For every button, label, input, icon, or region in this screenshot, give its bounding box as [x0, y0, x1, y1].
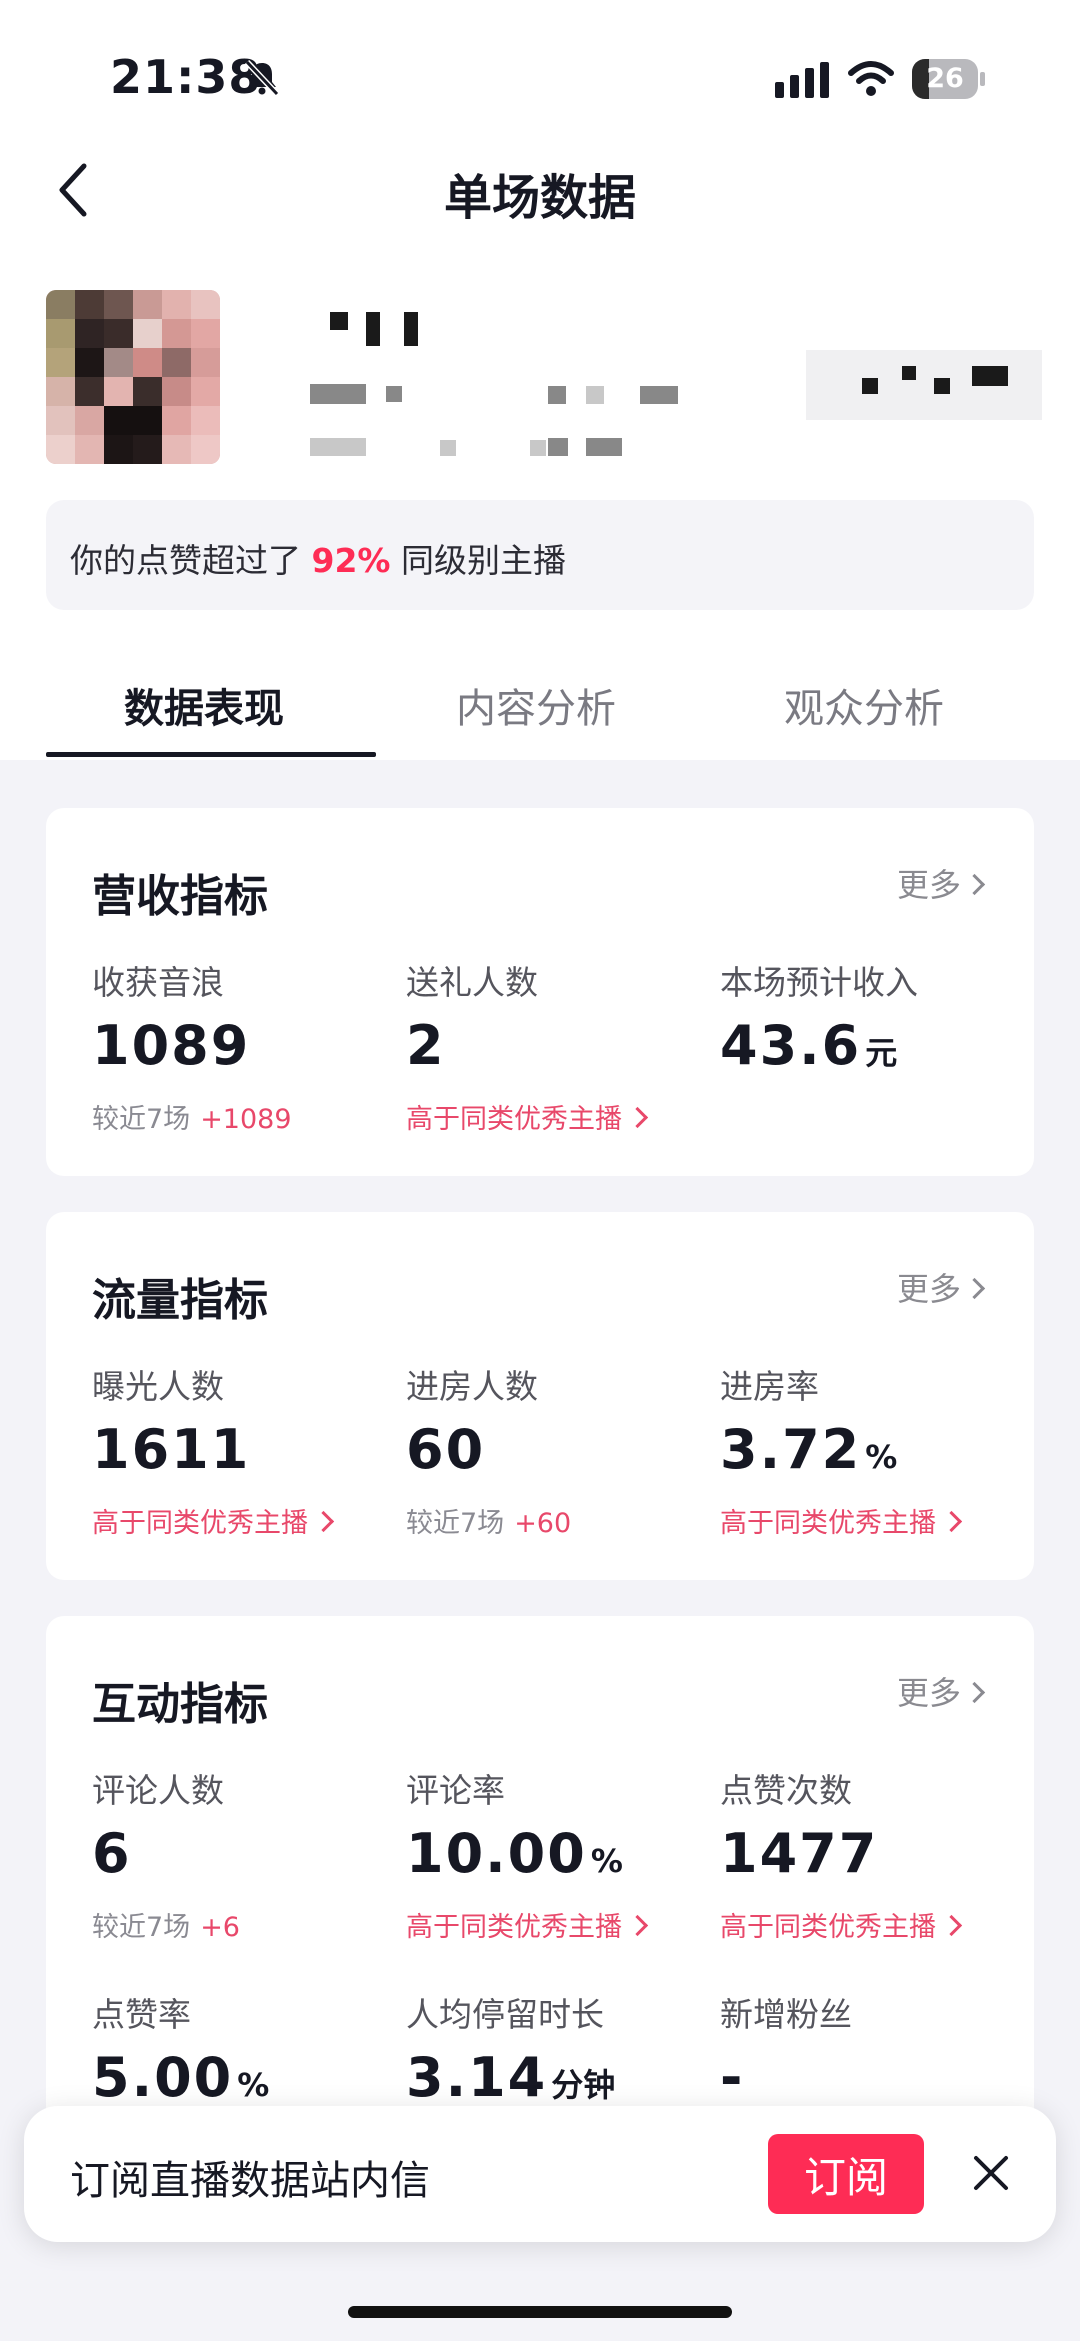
- wifi-icon: [848, 61, 894, 96]
- chevron-right-icon: [626, 1914, 649, 1937]
- benchmark-link[interactable]: 高于同类优秀主播: [720, 1501, 1020, 1540]
- metric-delta: +6: [200, 1912, 240, 1943]
- chevron-right-icon: [963, 1277, 986, 1300]
- follow-area-redacted: [806, 350, 1042, 420]
- subscribe-popup: 订阅直播数据站内信 订阅: [24, 2106, 1056, 2242]
- avatar: [46, 290, 220, 464]
- metric-unit: %: [590, 1842, 623, 1880]
- card-title: 流量指标: [92, 1275, 268, 1326]
- tab-audience-analysis[interactable]: 观众分析: [784, 676, 944, 734]
- metric-delta: +1089: [200, 1104, 292, 1135]
- metric-like-rate: 点赞率 5.00%: [92, 1988, 392, 2109]
- status-time: 21:38: [110, 50, 262, 104]
- metric-value: 6: [92, 1822, 132, 1885]
- banner-suffix: 同级别主播: [390, 541, 566, 580]
- metric-unit: 分钟: [551, 2066, 616, 2104]
- benchmark-link[interactable]: 高于同类优秀主播: [406, 1097, 706, 1136]
- metric-likes: 点赞次数 1477 高于同类优秀主播: [720, 1764, 1020, 1944]
- revenue-card: 营收指标 更多 收获音浪 1089 较近7场 +1089 送礼人数 2 高于同类优…: [46, 808, 1034, 1176]
- cellular-signal-icon: [775, 62, 829, 98]
- metric-impressions: 曝光人数 1611 高于同类优秀主播: [92, 1360, 392, 1540]
- metric-delta: +60: [514, 1508, 572, 1539]
- battery-percent: 26: [926, 63, 964, 94]
- chevron-right-icon: [626, 1106, 649, 1129]
- subscribe-button[interactable]: 订阅: [768, 2134, 924, 2214]
- bell-muted-icon: [244, 59, 280, 97]
- metric-comparison: 较近7场 +1089: [92, 1104, 292, 1135]
- metric-value: 3.72%: [720, 1418, 898, 1481]
- benchmark-link[interactable]: 高于同类优秀主播: [720, 1905, 1020, 1944]
- home-indicator[interactable]: [348, 2306, 732, 2318]
- chevron-right-icon: [940, 1914, 963, 1937]
- metric-value: 1089: [92, 1014, 251, 1077]
- banner-prefix: 你的点赞超过了: [70, 541, 312, 580]
- more-link[interactable]: 更多: [897, 1668, 986, 1714]
- metric-value: 43.6 元: [720, 1014, 898, 1077]
- chevron-right-icon: [963, 1681, 986, 1704]
- more-link[interactable]: 更多: [897, 860, 986, 906]
- metric-commenters: 评论人数 6 较近7场 +6: [92, 1764, 392, 1944]
- metric-value: 3.14 分钟: [406, 2046, 616, 2109]
- metric-comparison: 较近7场 +6: [92, 1912, 240, 1943]
- card-title: 营收指标: [92, 871, 268, 922]
- popup-text: 订阅直播数据站内信: [70, 2158, 430, 2204]
- metric-new-followers: 新增粉丝 -: [720, 1988, 1020, 2109]
- metric-unit: 元: [865, 1034, 898, 1072]
- page-title: 单场数据: [443, 170, 636, 226]
- metric-gift-senders: 送礼人数 2 高于同类优秀主播: [406, 956, 706, 1136]
- chevron-right-icon: [963, 873, 986, 896]
- metric-label: 送礼人数: [406, 963, 538, 1002]
- metric-label: 本场预计收入: [720, 963, 918, 1002]
- card-title: 互动指标: [92, 1679, 268, 1730]
- benchmark-link[interactable]: 高于同类优秀主播: [406, 1905, 706, 1944]
- metric-estimated-income: 本场预计收入 43.6 元: [720, 956, 1020, 1077]
- metric-room-entries: 进房人数 60 较近7场 +60: [406, 1360, 706, 1540]
- metric-sound-waves: 收获音浪 1089 较近7场 +1089: [92, 956, 392, 1136]
- metric-value: 2: [406, 1014, 446, 1077]
- metric-label: 人均停留时长: [406, 1995, 604, 2034]
- metric-label: 进房率: [720, 1367, 819, 1406]
- metric-entry-rate: 进房率 3.72% 高于同类优秀主播: [720, 1360, 1020, 1540]
- metric-comment-rate: 评论率 10.00% 高于同类优秀主播: [406, 1764, 706, 1944]
- tab-content-analysis[interactable]: 内容分析: [456, 676, 616, 734]
- metric-label: 点赞率: [92, 1995, 191, 2034]
- active-tab-indicator: [46, 752, 376, 757]
- metric-label: 新增粉丝: [720, 1995, 852, 2034]
- metric-label: 进房人数: [406, 1367, 538, 1406]
- metric-value: 10.00%: [406, 1822, 623, 1885]
- metric-value: 60: [406, 1418, 486, 1481]
- metric-avg-watch-time: 人均停留时长 3.14 分钟: [406, 1988, 706, 2109]
- metric-label: 评论人数: [92, 1771, 224, 1810]
- chevron-right-icon: [940, 1510, 963, 1533]
- metric-label: 点赞次数: [720, 1771, 852, 1810]
- metric-value: -: [720, 2046, 745, 2109]
- metric-value: 5.00%: [92, 2046, 270, 2109]
- metric-label: 收获音浪: [92, 963, 224, 1002]
- more-link[interactable]: 更多: [897, 1264, 986, 1310]
- metric-label: 曝光人数: [92, 1367, 224, 1406]
- close-icon[interactable]: [966, 2148, 1016, 2198]
- tab-data-performance[interactable]: 数据表现: [124, 676, 284, 734]
- metric-label: 评论率: [406, 1771, 505, 1810]
- chevron-right-icon: [312, 1510, 335, 1533]
- metric-value: 1611: [92, 1418, 251, 1481]
- like-rank-banner: 你的点赞超过了 92% 同级别主播: [46, 500, 1034, 610]
- metric-unit: %: [865, 1438, 898, 1476]
- benchmark-link[interactable]: 高于同类优秀主播: [92, 1501, 392, 1540]
- metric-unit: %: [237, 2066, 270, 2104]
- traffic-card: 流量指标 更多 曝光人数 1611 高于同类优秀主播 进房人数 60 较近7场 +…: [46, 1212, 1034, 1580]
- metric-value: 1477: [720, 1822, 879, 1885]
- battery-icon: 26: [912, 59, 986, 99]
- banner-percent: 92%: [311, 541, 391, 580]
- metric-comparison: 较近7场 +60: [406, 1508, 572, 1539]
